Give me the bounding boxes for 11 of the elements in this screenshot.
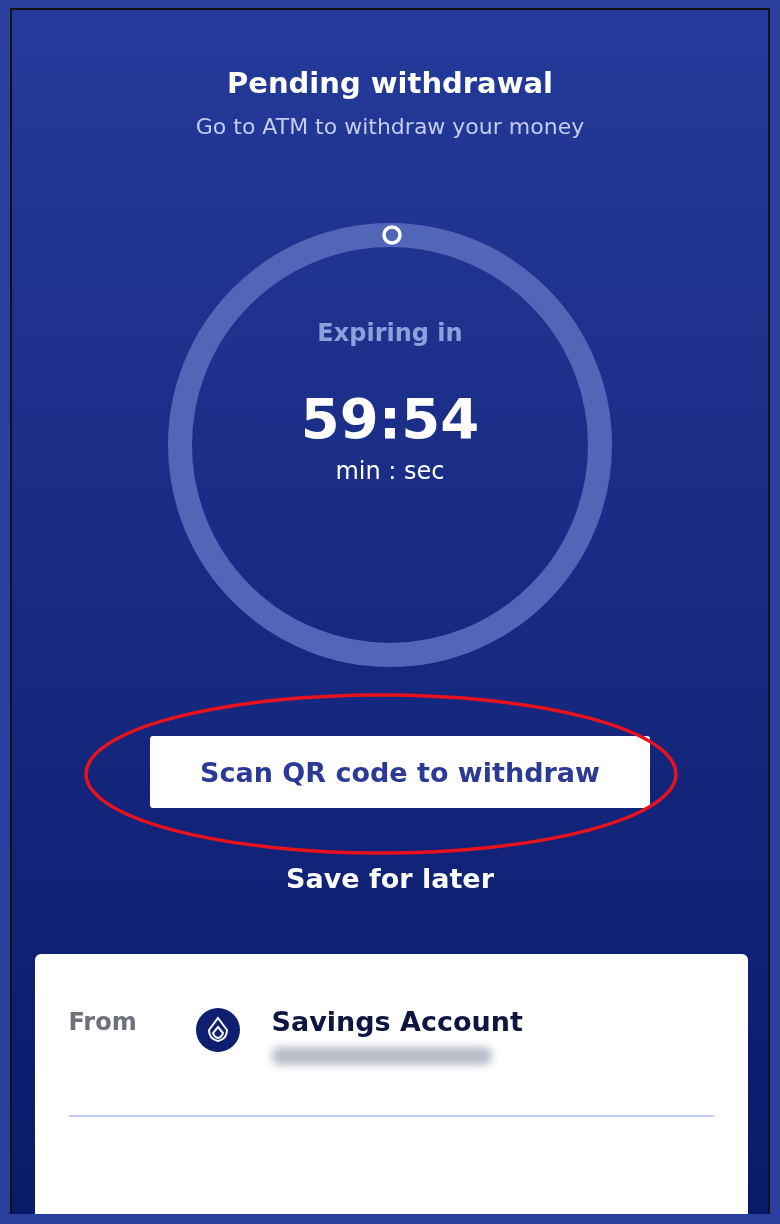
timer-label: Expiring in [317, 319, 463, 347]
scan-qr-button[interactable]: Scan QR code to withdraw [150, 736, 650, 808]
screen-subtitle: Go to ATM to withdraw your money [195, 114, 585, 139]
account-name: Savings Account [271, 1006, 523, 1037]
from-label: From [68, 1008, 138, 1036]
time-unit: min : sec [335, 457, 445, 485]
screen-title: Pending withdrawal [227, 66, 553, 100]
save-for-later-link[interactable]: Save for later [278, 859, 502, 898]
countdown-time: 59:54 [300, 391, 480, 447]
lotus-logo-icon [195, 1008, 240, 1052]
progress-dot-icon [382, 225, 402, 245]
